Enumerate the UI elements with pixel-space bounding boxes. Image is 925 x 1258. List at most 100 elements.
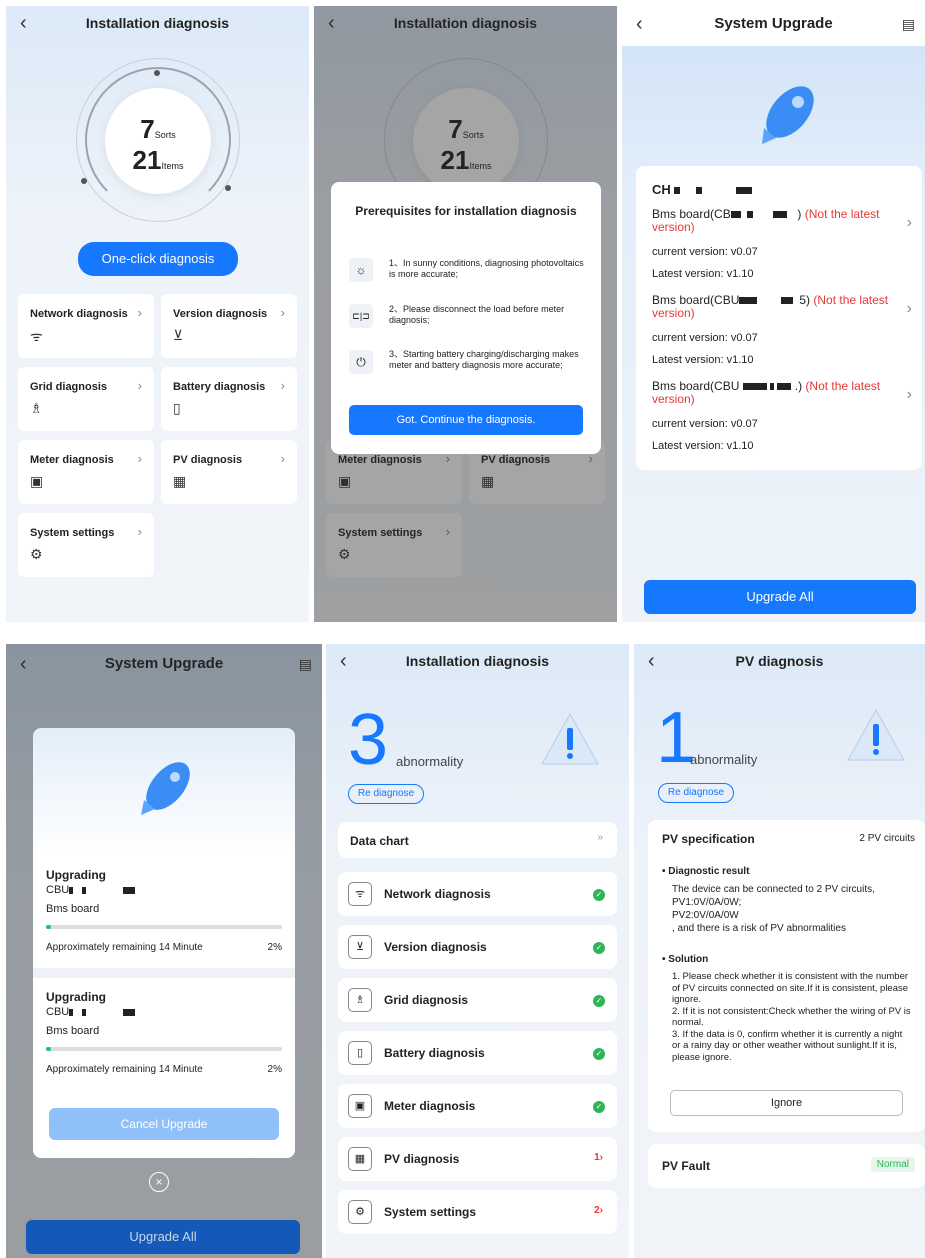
system-upgrade-screen: ‹ System Upgrade ▤ CH Bms board(CB ) (No…: [622, 6, 925, 622]
card-title: Version diagnosis: [173, 308, 268, 320]
current-version: current version: v0.07: [652, 246, 758, 258]
device-code: CBU: [46, 884, 136, 896]
chevron-right-icon: ›: [137, 378, 142, 393]
page-title: Installation diagnosis: [85, 15, 230, 31]
page-title: PV diagnosis: [735, 653, 824, 669]
card-version[interactable]: Version diagnosis › ⊻: [161, 294, 297, 358]
one-click-diagnosis-button[interactable]: One-click diagnosis: [78, 242, 238, 276]
result-line: The device can be connected to 2 PV circ…: [672, 884, 875, 895]
card-battery[interactable]: Battery diagnosis › ▯: [161, 367, 297, 431]
items-count: 21: [132, 145, 162, 175]
latest-version: Latest version: v1.10: [652, 440, 754, 452]
page-title: System Upgrade: [714, 15, 833, 32]
header: ‹ Installation diagnosis: [326, 644, 629, 678]
remaining-time: Approximately remaining 14 Minute: [46, 942, 203, 953]
diagnostic-result-text: The device can be connected to 2 PV circ…: [672, 883, 912, 935]
list-item-system-settings[interactable]: ⚙ System settings 2›: [338, 1190, 617, 1234]
installation-diagnosis-prereq-screen: ‹ Installation diagnosis 7Sorts 21Items …: [314, 6, 617, 622]
upgrade-all-button[interactable]: Upgrade All: [644, 580, 916, 614]
back-icon[interactable]: ‹: [20, 6, 27, 40]
list-item-network[interactable]: ᯤ Network diagnosis ✓: [338, 872, 617, 916]
board-row[interactable]: Bms board(CBU 5) (Not the latest version…: [652, 294, 910, 320]
card-system-settings[interactable]: System settings › ⚙: [18, 513, 154, 577]
list-item-meter[interactable]: ▣ Meter diagnosis ✓: [338, 1084, 617, 1128]
ignore-button[interactable]: Ignore: [670, 1090, 903, 1116]
gear-icon: ⚙: [348, 1200, 372, 1224]
progress-fill: [46, 1047, 51, 1051]
chevron-right-icon: ›: [906, 214, 912, 231]
solution-step: 3. If the data is 0, confirm whether it …: [672, 1028, 903, 1063]
card-network[interactable]: Network diagnosis › ᯤ: [18, 294, 154, 358]
header: ‹ PV diagnosis: [634, 644, 925, 678]
cancel-upgrade-button[interactable]: Cancel Upgrade: [49, 1108, 279, 1140]
chevron-right-icon: ›: [906, 300, 912, 317]
upgrade-heading: Upgrading: [46, 868, 106, 882]
continue-button[interactable]: Got. Continue the diagnosis.: [349, 405, 583, 435]
warning-icon: [541, 712, 599, 765]
tower-icon: ♗: [30, 400, 43, 416]
card-title: PV diagnosis: [173, 454, 243, 466]
requirement-3: 3、Starting battery charging/discharging …: [389, 349, 579, 370]
latest-version: Latest version: v1.10: [652, 354, 754, 366]
list-item-version[interactable]: ⊻ Version diagnosis ✓: [338, 925, 617, 969]
back-icon[interactable]: ‹: [340, 644, 347, 678]
meter-icon: ▣: [30, 473, 44, 489]
re-diagnose-button[interactable]: Re diagnose: [348, 784, 424, 804]
tower-icon: ♗: [348, 988, 372, 1012]
list-item-label: Meter diagnosis: [384, 1099, 476, 1113]
system-upgrade-progress-screen: ‹ System Upgrade ▤ Upgrading CBU Bms boa…: [6, 644, 322, 1258]
re-diagnose-button[interactable]: Re diagnose: [658, 783, 734, 803]
requirement-1: 1、In sunny conditions, diagnosing photov…: [389, 258, 584, 279]
calendar-icon[interactable]: ▤: [902, 6, 915, 42]
progress-fill: [46, 925, 51, 929]
page-title: Installation diagnosis: [405, 653, 550, 669]
solar-panel-icon: ▦: [348, 1147, 372, 1171]
progress-bar: [46, 925, 282, 929]
board-row[interactable]: Bms board(CB ) (Not the latest version): [652, 208, 910, 234]
power-icon: ⏻: [349, 350, 373, 374]
list-item-grid[interactable]: ♗ Grid diagnosis ✓: [338, 978, 617, 1022]
upgrade-heading: Upgrading: [46, 990, 106, 1004]
back-icon[interactable]: ‹: [648, 644, 655, 678]
back-icon[interactable]: ‹: [636, 6, 643, 42]
chevron-right-icon: ›: [137, 305, 142, 320]
solution-text: 1. Please check whether it is consistent…: [672, 971, 912, 1063]
progress-percent: 2%: [267, 1064, 282, 1075]
disconnect-icon: ⊏|⊐: [349, 304, 373, 328]
header: ‹ Installation diagnosis: [6, 6, 309, 40]
card-title: Grid diagnosis: [30, 381, 108, 393]
error-count-badge: 1›: [594, 1152, 603, 1163]
solution-step: 1. Please check whether it is consistent…: [672, 971, 909, 1005]
data-chart-toggle[interactable]: Data chart »: [338, 822, 617, 858]
battery-icon: ▯: [348, 1041, 372, 1065]
sun-icon: ☼: [349, 258, 373, 282]
laptop-icon: ⊻: [173, 327, 184, 343]
card-meter[interactable]: Meter diagnosis › ▣: [18, 440, 154, 504]
check-icon: ✓: [593, 1101, 605, 1113]
upgrade-progress-dialog: Upgrading CBU Bms board Approximately re…: [33, 728, 295, 1158]
card-grid[interactable]: Grid diagnosis › ♗: [18, 367, 154, 431]
data-chart-label: Data chart: [350, 834, 409, 848]
diagnostic-result-heading: • Diagnostic result: [662, 866, 750, 877]
check-icon: ✓: [593, 995, 605, 1007]
close-icon[interactable]: ×: [149, 1172, 169, 1192]
card-title: System settings: [30, 527, 115, 539]
chevron-right-icon: ›: [280, 378, 285, 393]
list-item-pv[interactable]: ▦ PV diagnosis 1›: [338, 1137, 617, 1181]
installation-diagnosis-screen: ‹ Installation diagnosis 7Sorts 21Items …: [6, 6, 309, 622]
gear-icon: ⚙: [30, 546, 43, 562]
pv-diagnosis-screen: ‹ PV diagnosis 1 abnormality Re diagnose…: [634, 644, 925, 1258]
list-item-label: Grid diagnosis: [384, 993, 469, 1007]
board-row[interactable]: Bms board(CBU .) (Not the latest version…: [652, 380, 910, 406]
card-title: Network diagnosis: [30, 308, 128, 320]
result-line: , and there is a risk of PV abnormalitie…: [672, 923, 846, 934]
pv-fault-card: PV Fault Normal: [648, 1144, 925, 1188]
card-pv[interactable]: PV diagnosis › ▦: [161, 440, 297, 504]
device-code: CBU: [46, 1006, 136, 1018]
list-item-battery[interactable]: ▯ Battery diagnosis ✓: [338, 1031, 617, 1075]
chevron-right-icon: ›: [906, 386, 912, 403]
upgrade-all-button[interactable]: Upgrade All: [26, 1220, 300, 1254]
error-count-badge: 2›: [594, 1205, 603, 1216]
abnormality-count: 3: [348, 700, 389, 780]
chevron-right-icon: ›: [137, 451, 142, 466]
